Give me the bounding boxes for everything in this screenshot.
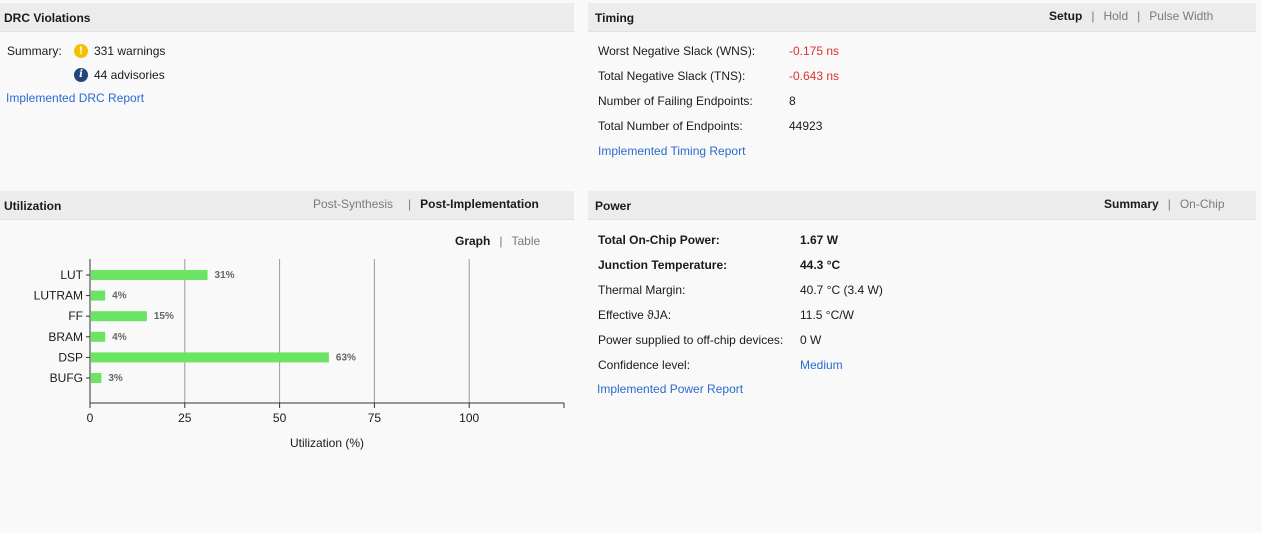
utilization-view-tabs: Graph | Table xyxy=(455,234,540,248)
junction-temp-value: 44.3 °C xyxy=(800,258,841,272)
tab-separator: | xyxy=(1167,197,1171,211)
effective-theta-ja-value: 11.5 °C/W xyxy=(800,308,854,322)
total-endpoints-value: 44923 xyxy=(789,119,823,133)
x-tick-label: 50 xyxy=(273,411,287,425)
window-edge xyxy=(1262,0,1266,533)
confidence-level-label: Confidence level: xyxy=(598,358,691,372)
power-tabs: Summary | On-Chip xyxy=(1104,197,1225,211)
tns-label: Total Negative Slack (TNS): xyxy=(598,69,746,83)
data-label: 63% xyxy=(336,352,356,363)
confidence-level-value[interactable]: Medium xyxy=(800,358,843,372)
bar-lutram xyxy=(91,290,106,301)
junction-temp-label: Junction Temperature: xyxy=(598,258,728,272)
tab-summary[interactable]: Summary xyxy=(1104,197,1159,211)
bar-bram xyxy=(91,331,106,342)
utilization-header: Utilization Post-Synthesis | Post-Implemen… xyxy=(0,191,574,220)
drc-summary-label: Summary: xyxy=(7,44,62,58)
power-title: Power xyxy=(595,199,632,213)
drc-panel: DRC Violations Summary: ! 331 warnings i… xyxy=(0,3,574,185)
utilization-panel: Utilization Post-Synthesis | Post-Implemen… xyxy=(0,191,574,533)
category-label: FF xyxy=(68,309,83,323)
bar-lut xyxy=(91,270,208,280)
timing-panel: Timing Setup | Hold | Pulse Width Worst Nega… xyxy=(588,3,1256,185)
category-label: BUFG xyxy=(50,371,83,385)
utilization-tabs: Post-Synthesis | Post-Implementation xyxy=(313,197,539,211)
category-label: BRAM xyxy=(48,330,83,344)
x-tick-label: 25 xyxy=(178,411,192,425)
total-power-label: Total On-Chip Power: xyxy=(598,233,720,247)
category-label: DSP xyxy=(58,350,83,364)
power-report-link[interactable]: Implemented Power Report xyxy=(597,382,743,396)
timing-title: Timing xyxy=(595,11,635,25)
tab-on-chip[interactable]: On-Chip xyxy=(1180,197,1225,211)
off-chip-power-label: Power supplied to off-chip devices: xyxy=(598,333,784,347)
tab-separator: | xyxy=(1137,9,1141,23)
tab-graph[interactable]: Graph xyxy=(455,234,490,248)
x-tick-label: 100 xyxy=(459,411,479,425)
timing-header: Timing Setup | Hold | Pulse Width xyxy=(588,3,1256,32)
total-endpoints-label: Total Number of Endpoints: xyxy=(598,119,743,133)
tab-table[interactable]: Table xyxy=(511,234,540,248)
tab-hold[interactable]: Hold xyxy=(1103,9,1128,23)
failing-endpoints-label: Number of Failing Endpoints: xyxy=(598,94,753,108)
info-icon: i xyxy=(74,68,88,82)
tab-separator: | xyxy=(408,197,412,211)
total-power-value: 1.67 W xyxy=(800,233,839,247)
timing-tabs: Setup | Hold | Pulse Width xyxy=(1049,9,1213,23)
warning-icon: ! xyxy=(74,44,88,58)
power-panel: Power Summary | On-Chip Total On-Chip Powe… xyxy=(588,191,1256,533)
tab-post-implementation[interactable]: Post-Implementation xyxy=(420,197,539,211)
data-label: 31% xyxy=(215,270,235,281)
effective-theta-ja-label: Effective ϑJA: xyxy=(598,308,672,322)
tab-setup[interactable]: Setup xyxy=(1049,9,1082,23)
drc-header: DRC Violations xyxy=(0,3,574,32)
tab-pulse-width[interactable]: Pulse Width xyxy=(1149,9,1213,23)
drc-advisories-count: 44 advisories xyxy=(94,68,165,82)
drc-warnings-count: 331 warnings xyxy=(94,44,166,58)
off-chip-power-value: 0 W xyxy=(800,333,822,347)
utilization-title: Utilization xyxy=(4,199,62,213)
power-header: Power Summary | On-Chip xyxy=(588,191,1256,220)
timing-report-link[interactable]: Implemented Timing Report xyxy=(598,144,745,158)
data-label: 3% xyxy=(108,373,123,384)
category-label: LUT xyxy=(60,268,83,282)
bar-bufg xyxy=(91,373,102,383)
tns-value: -0.643 ns xyxy=(789,69,840,83)
failing-endpoints-value: 8 xyxy=(789,94,796,108)
x-tick-label: 0 xyxy=(87,411,94,425)
data-label: 4% xyxy=(112,332,127,343)
utilization-chart: 0 25 50 75 100 LUT 31% LUTRAM 4% FF 15% BRAM 4% DSP 63… xyxy=(34,259,565,450)
tab-separator: | xyxy=(499,234,503,248)
data-label: 15% xyxy=(154,311,174,322)
tab-separator: | xyxy=(1091,9,1095,23)
wns-label: Worst Negative Slack (WNS): xyxy=(598,44,756,58)
bar-dsp xyxy=(91,352,329,363)
x-tick-label: 75 xyxy=(368,411,382,425)
drc-report-link[interactable]: Implemented DRC Report xyxy=(6,91,144,105)
category-label: LUTRAM xyxy=(34,289,83,303)
drc-title: DRC Violations xyxy=(4,11,91,25)
bar-ff xyxy=(91,311,147,322)
tab-post-synthesis[interactable]: Post-Synthesis xyxy=(313,197,393,211)
wns-value: -0.175 ns xyxy=(789,44,840,58)
data-label: 4% xyxy=(112,291,127,302)
x-axis-label: Utilization (%) xyxy=(290,436,364,450)
thermal-margin-value: 40.7 °C (3.4 W) xyxy=(800,283,883,297)
thermal-margin-label: Thermal Margin: xyxy=(598,283,686,297)
